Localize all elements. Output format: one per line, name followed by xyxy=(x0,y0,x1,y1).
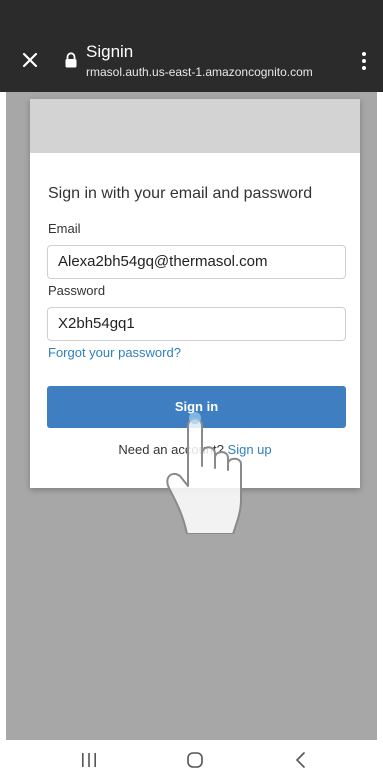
page-title: Signin xyxy=(86,42,134,61)
more-options-icon[interactable] xyxy=(356,50,372,72)
forgot-password-link[interactable]: Forgot your password? xyxy=(48,345,181,360)
system-nav-bar xyxy=(0,740,383,781)
recent-apps-icon[interactable] xyxy=(78,750,100,770)
email-field[interactable]: Alexa2bh54gq@thermasol.com xyxy=(47,245,346,279)
close-icon[interactable] xyxy=(18,48,42,72)
lock-icon xyxy=(65,52,77,68)
tap-hand-icon xyxy=(166,412,242,534)
card-banner xyxy=(30,99,360,153)
password-label: Password xyxy=(48,283,106,298)
home-icon[interactable] xyxy=(184,750,206,770)
password-field[interactable]: X2bh54gq1 xyxy=(47,307,346,341)
status-bar xyxy=(0,0,383,28)
signin-heading: Sign in with your email and password xyxy=(48,185,313,202)
email-label: Email xyxy=(48,221,81,236)
back-icon[interactable] xyxy=(290,750,312,770)
browser-toolbar: Signin rmasol.auth.us-east-1.amazoncogni… xyxy=(0,28,383,92)
page-url[interactable]: rmasol.auth.us-east-1.amazoncognito.com xyxy=(86,65,313,79)
